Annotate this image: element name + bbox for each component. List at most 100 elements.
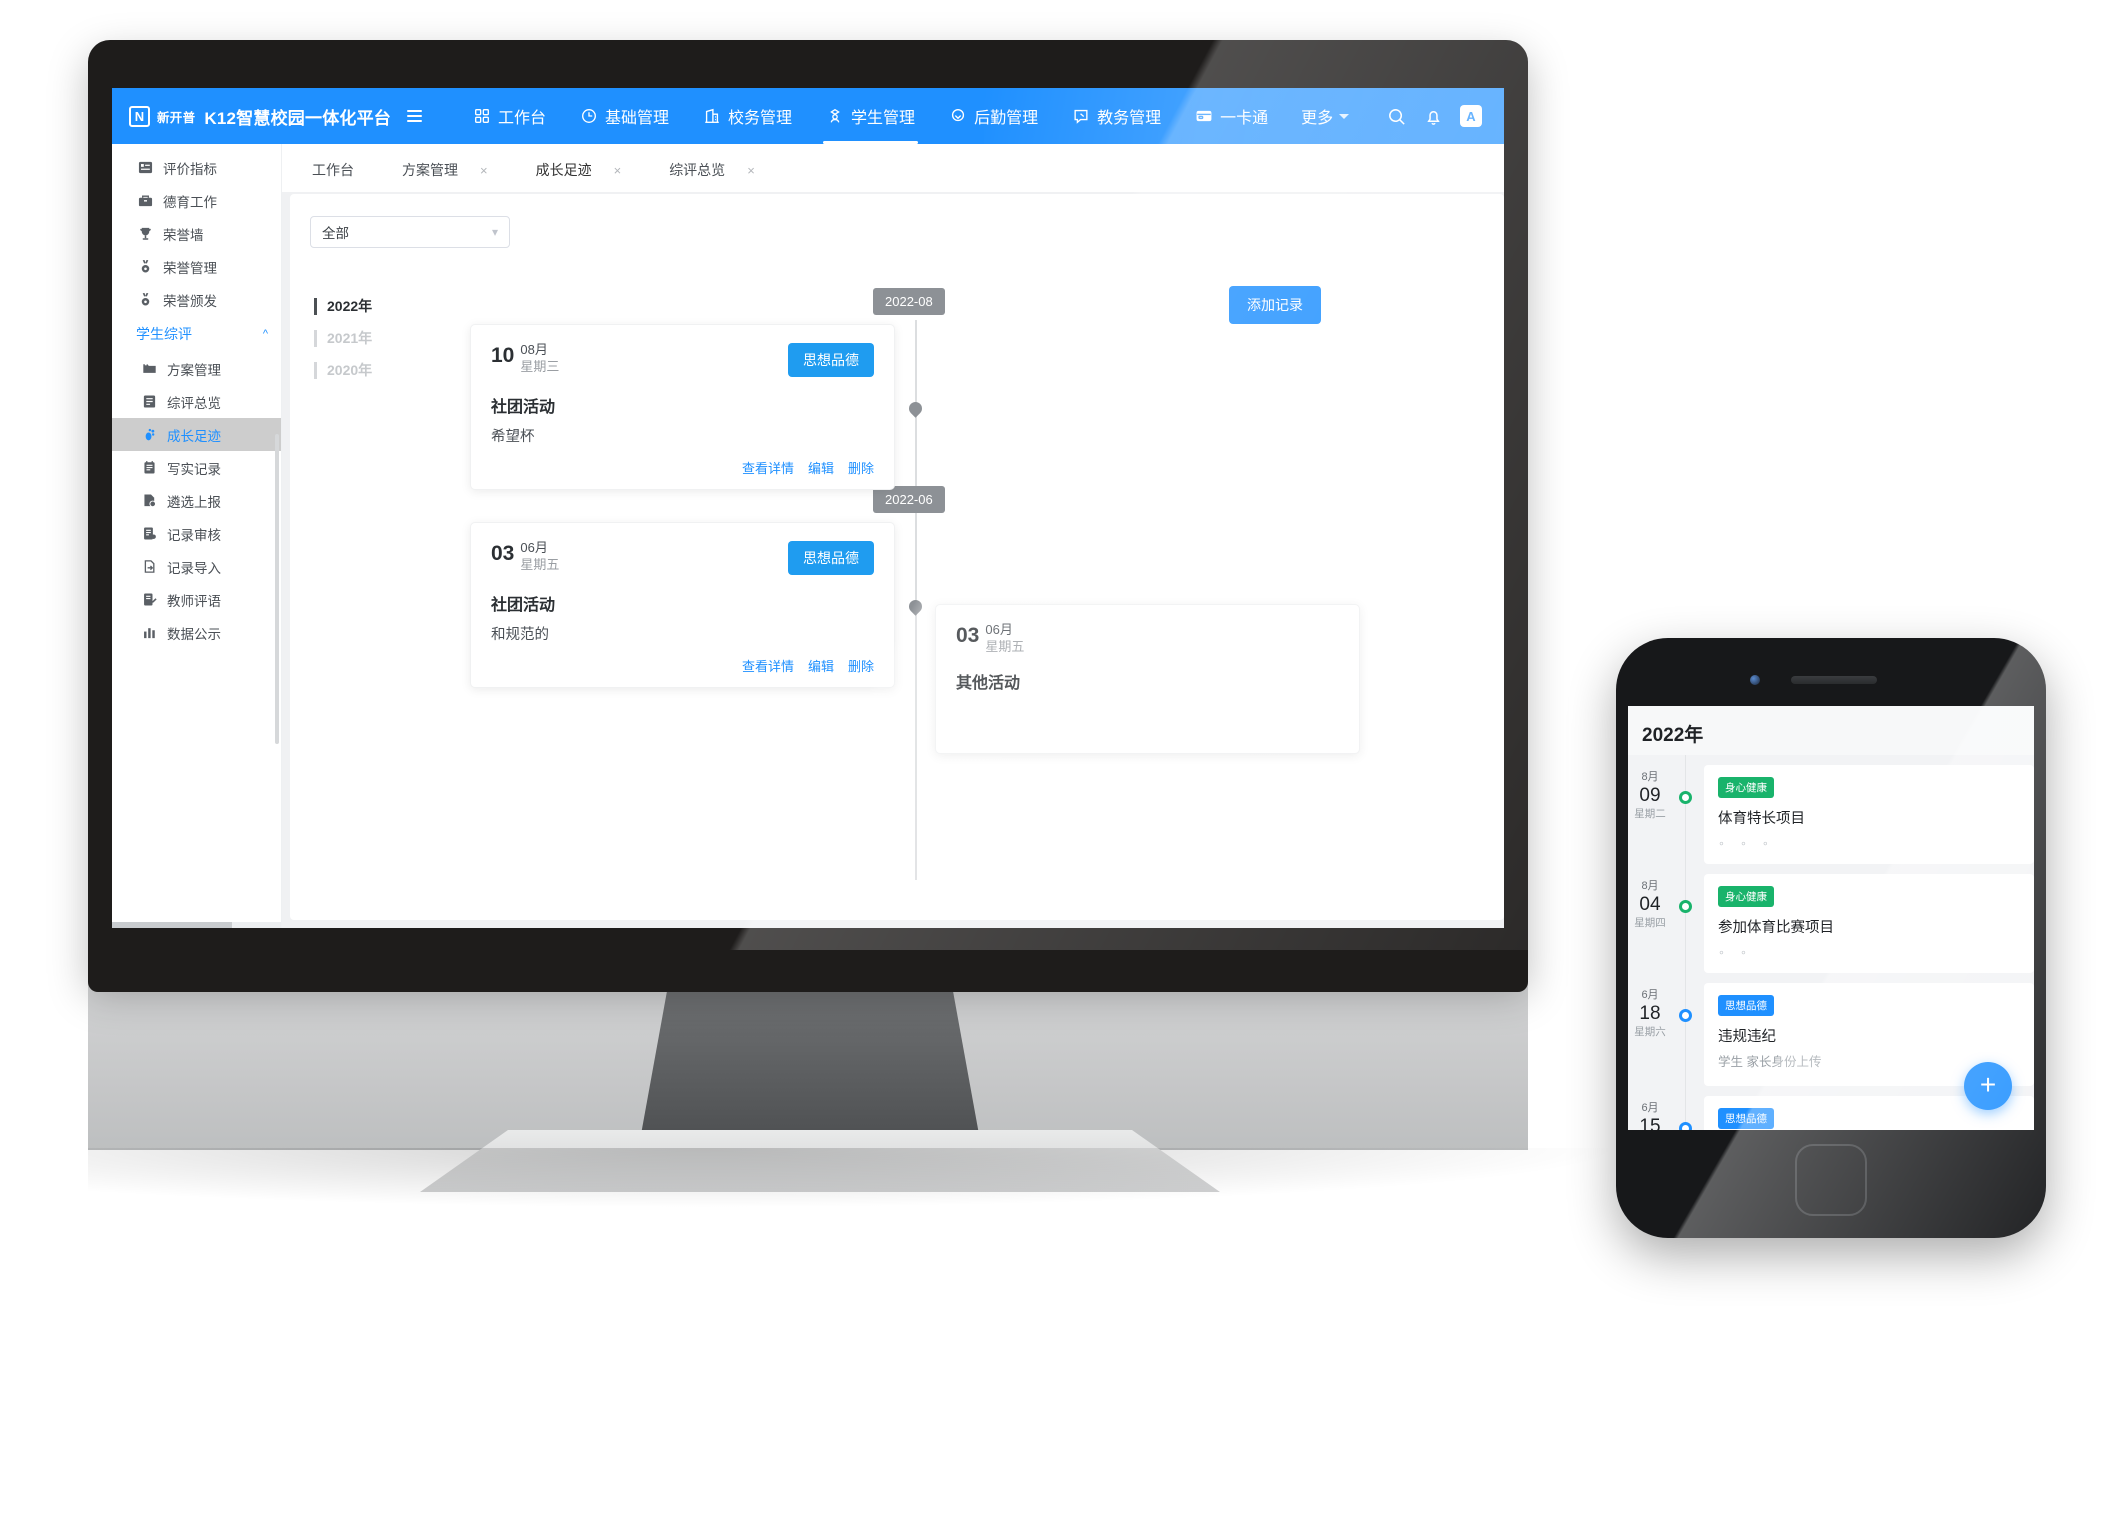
timeline: 2022年 2021年 2020年 2022-08 2022-06 10 08月… [290, 274, 1504, 920]
overview-icon [142, 394, 157, 409]
sidebar-item-label: 荣誉管理 [163, 260, 217, 276]
search-icon[interactable] [1386, 106, 1407, 127]
edit-link[interactable]: 编辑 [808, 458, 834, 477]
tab-label: 方案管理 [402, 162, 458, 178]
sidebar-item-moral-education[interactable]: 德育工作 [112, 184, 281, 217]
card-date: 10 08月 星期三 [491, 343, 559, 373]
phone-item-day: 04 [1639, 894, 1661, 916]
nav-item-student-mgmt[interactable]: 学生管理 [809, 88, 932, 144]
tab-label: 工作台 [312, 162, 354, 178]
sidebar-item-plan-management[interactable]: 方案管理 [112, 352, 281, 385]
year-item-2022[interactable]: 2022年 [314, 290, 434, 322]
category-filter-select[interactable]: 全部 ▾ [310, 216, 510, 248]
timeline-card[interactable]: 10 08月 星期三 思想品德 社团活动 希望杯 查看详情 编辑 删除 [470, 324, 895, 490]
card-header: 03 06月 星期五 思想品德 [491, 541, 874, 575]
close-icon[interactable]: × [480, 163, 488, 178]
list-item[interactable]: 8月 04 星期四 身心健康 参加体育比赛项目 ∘ ∘ [1628, 864, 2034, 973]
sidebar-item-eval-overview[interactable]: 综评总览 [112, 385, 281, 418]
monitor-screen: N 新开普 K12智慧校园一体化平台 工作台 基础管理 校务管理 学生管理 后勤… [112, 88, 1504, 928]
chevron-down-icon: ▾ [491, 225, 498, 239]
phone-item-date: 8月 09 星期二 [1628, 765, 1672, 864]
app-body: 荣誉颁发 评价指标 德育工作 荣誉墙 [112, 144, 1504, 928]
sidebar-item-honor-issue[interactable]: 荣誉颁发 [112, 283, 281, 316]
nav-more-button[interactable]: 更多 [1285, 104, 1365, 128]
translate-icon[interactable]: A [1460, 105, 1482, 127]
sidebar-item-select-report[interactable]: 遴选上报 [112, 484, 281, 517]
nav-item-school-affairs[interactable]: 校务管理 [686, 88, 809, 144]
sidebar-item-teacher-comment[interactable]: 教师评语 [112, 583, 281, 616]
nav-label: 工作台 [498, 110, 547, 127]
sidebar-item-data-publicity[interactable]: 数据公示 [112, 616, 281, 649]
medal-icon [138, 292, 153, 307]
year-item-2021[interactable]: 2021年 [314, 322, 434, 354]
add-record-fab[interactable]: + [1964, 1062, 2012, 1110]
monitor-stand-neck [640, 990, 980, 1140]
card-date: 03 06月 星期五 [956, 623, 1024, 653]
desk-shadow [88, 1148, 1628, 1208]
delete-link[interactable]: 删除 [848, 656, 874, 675]
close-icon[interactable]: × [614, 163, 622, 178]
bell-icon[interactable] [1423, 106, 1444, 127]
sidebar-scrollbar[interactable] [275, 434, 279, 744]
brand[interactable]: N 新开普 K12智慧校园一体化平台 [112, 104, 391, 129]
phone-item-card[interactable]: 身心健康 体育特长项目 ∘ ∘ ∘ [1704, 765, 2034, 864]
hamburger-icon[interactable] [407, 110, 422, 122]
sidebar-item-record-audit[interactable]: 记录审核 [112, 517, 281, 550]
tab-label: 成长足迹 [535, 162, 592, 178]
list-item[interactable]: 8月 09 星期二 身心健康 体育特长项目 ∘ ∘ ∘ [1628, 755, 2034, 864]
tab-workbench[interactable]: 工作台 [290, 148, 376, 192]
card-subtitle: 希望杯 [491, 429, 535, 445]
delete-link[interactable]: 删除 [848, 458, 874, 477]
content-area: 工作台 方案管理 × 成长足迹 × 综评总览 × 全部 ▾ 添加记录 2022年… [282, 144, 1504, 928]
phone-screen: 2022年 8月 09 星期二 身心健康 体育特长项目 ∘ ∘ ∘ 8月 04 … [1628, 706, 2034, 1130]
phone-frame: 2022年 8月 09 星期二 身心健康 体育特长项目 ∘ ∘ ∘ 8月 04 … [1616, 638, 2046, 1238]
close-icon[interactable]: × [747, 163, 755, 178]
status-badge: 思想品德 [1718, 995, 1774, 1016]
sidebar-item-realistic-record[interactable]: 写实记录 [112, 451, 281, 484]
timeline-dot-icon [1679, 900, 1692, 913]
timeline-card[interactable]: 03 06月 星期五 思想品德 社团活动 和规范的 查看详情 编辑 删除 [470, 522, 895, 688]
phone-item-card[interactable]: 身心健康 参加体育比赛项目 ∘ ∘ [1704, 874, 2034, 973]
sidebar-horizontal-scrollbar[interactable] [112, 922, 281, 928]
card-actions: 查看详情 编辑 删除 [491, 458, 874, 477]
sidebar-item-honor-partial[interactable]: 荣誉颁发 [112, 144, 281, 151]
card-month: 06月 [985, 622, 1013, 637]
nav-label: 校务管理 [728, 110, 793, 127]
phone-speaker [1791, 676, 1877, 684]
edit-link[interactable]: 编辑 [808, 656, 834, 675]
card-month: 06月 [520, 540, 548, 555]
tab-eval-overview[interactable]: 综评总览 × [647, 148, 777, 192]
tab-plan-management[interactable]: 方案管理 × [380, 148, 510, 192]
nav-item-logistics[interactable]: 后勤管理 [932, 88, 1055, 144]
sidebar-item-label: 记录审核 [167, 527, 221, 543]
sidebar-item-evaluation-indicator[interactable]: 评价指标 [112, 151, 281, 184]
phone-item-date: 6月 15 星期三 [1628, 1096, 1672, 1130]
card-day: 10 [491, 344, 515, 367]
sidebar-item-record-import[interactable]: 记录导入 [112, 550, 281, 583]
sidebar-item-label: 荣誉颁发 [163, 293, 217, 309]
nav-item-teaching[interactable]: 教务管理 [1055, 88, 1178, 144]
nav-item-basic[interactable]: 基础管理 [563, 88, 686, 144]
phone-home-button[interactable] [1795, 1144, 1867, 1216]
status-badge: 思想品德 [788, 343, 874, 377]
phone-item-day: 18 [1639, 1003, 1661, 1025]
nav-label: 教务管理 [1097, 110, 1162, 127]
logistics-icon [949, 107, 967, 125]
nav-item-workbench[interactable]: 工作台 [456, 88, 563, 144]
sidebar-item-honor-management[interactable]: 荣誉管理 [112, 250, 281, 283]
sidebar-group-student-eval[interactable]: 学生综评 ^ [112, 316, 281, 354]
sidebar-item-honor-wall[interactable]: 荣誉墙 [112, 217, 281, 250]
view-detail-link[interactable]: 查看详情 [742, 458, 794, 477]
sidebar-item-growth-footprint[interactable]: 成长足迹 [112, 418, 281, 451]
tab-growth-footprint[interactable]: 成长足迹 × [513, 148, 644, 192]
growth-footprint-page: 全部 ▾ 添加记录 2022年 2021年 2020年 2022-08 2022… [290, 194, 1504, 920]
sidebar-group-label: 学生综评 [136, 326, 192, 342]
chevron-up-icon: ^ [262, 328, 268, 340]
nav-item-campus-card[interactable]: 一卡通 [1178, 88, 1285, 144]
sidebar-item-label: 方案管理 [167, 362, 221, 378]
sidebar-item-label: 写实记录 [167, 461, 221, 477]
timeline-card[interactable]: 03 06月 星期五 其他活动 [935, 604, 1360, 754]
year-item-2020[interactable]: 2020年 [314, 354, 434, 386]
card-header: 10 08月 星期三 思想品德 [491, 343, 874, 377]
view-detail-link[interactable]: 查看详情 [742, 656, 794, 675]
